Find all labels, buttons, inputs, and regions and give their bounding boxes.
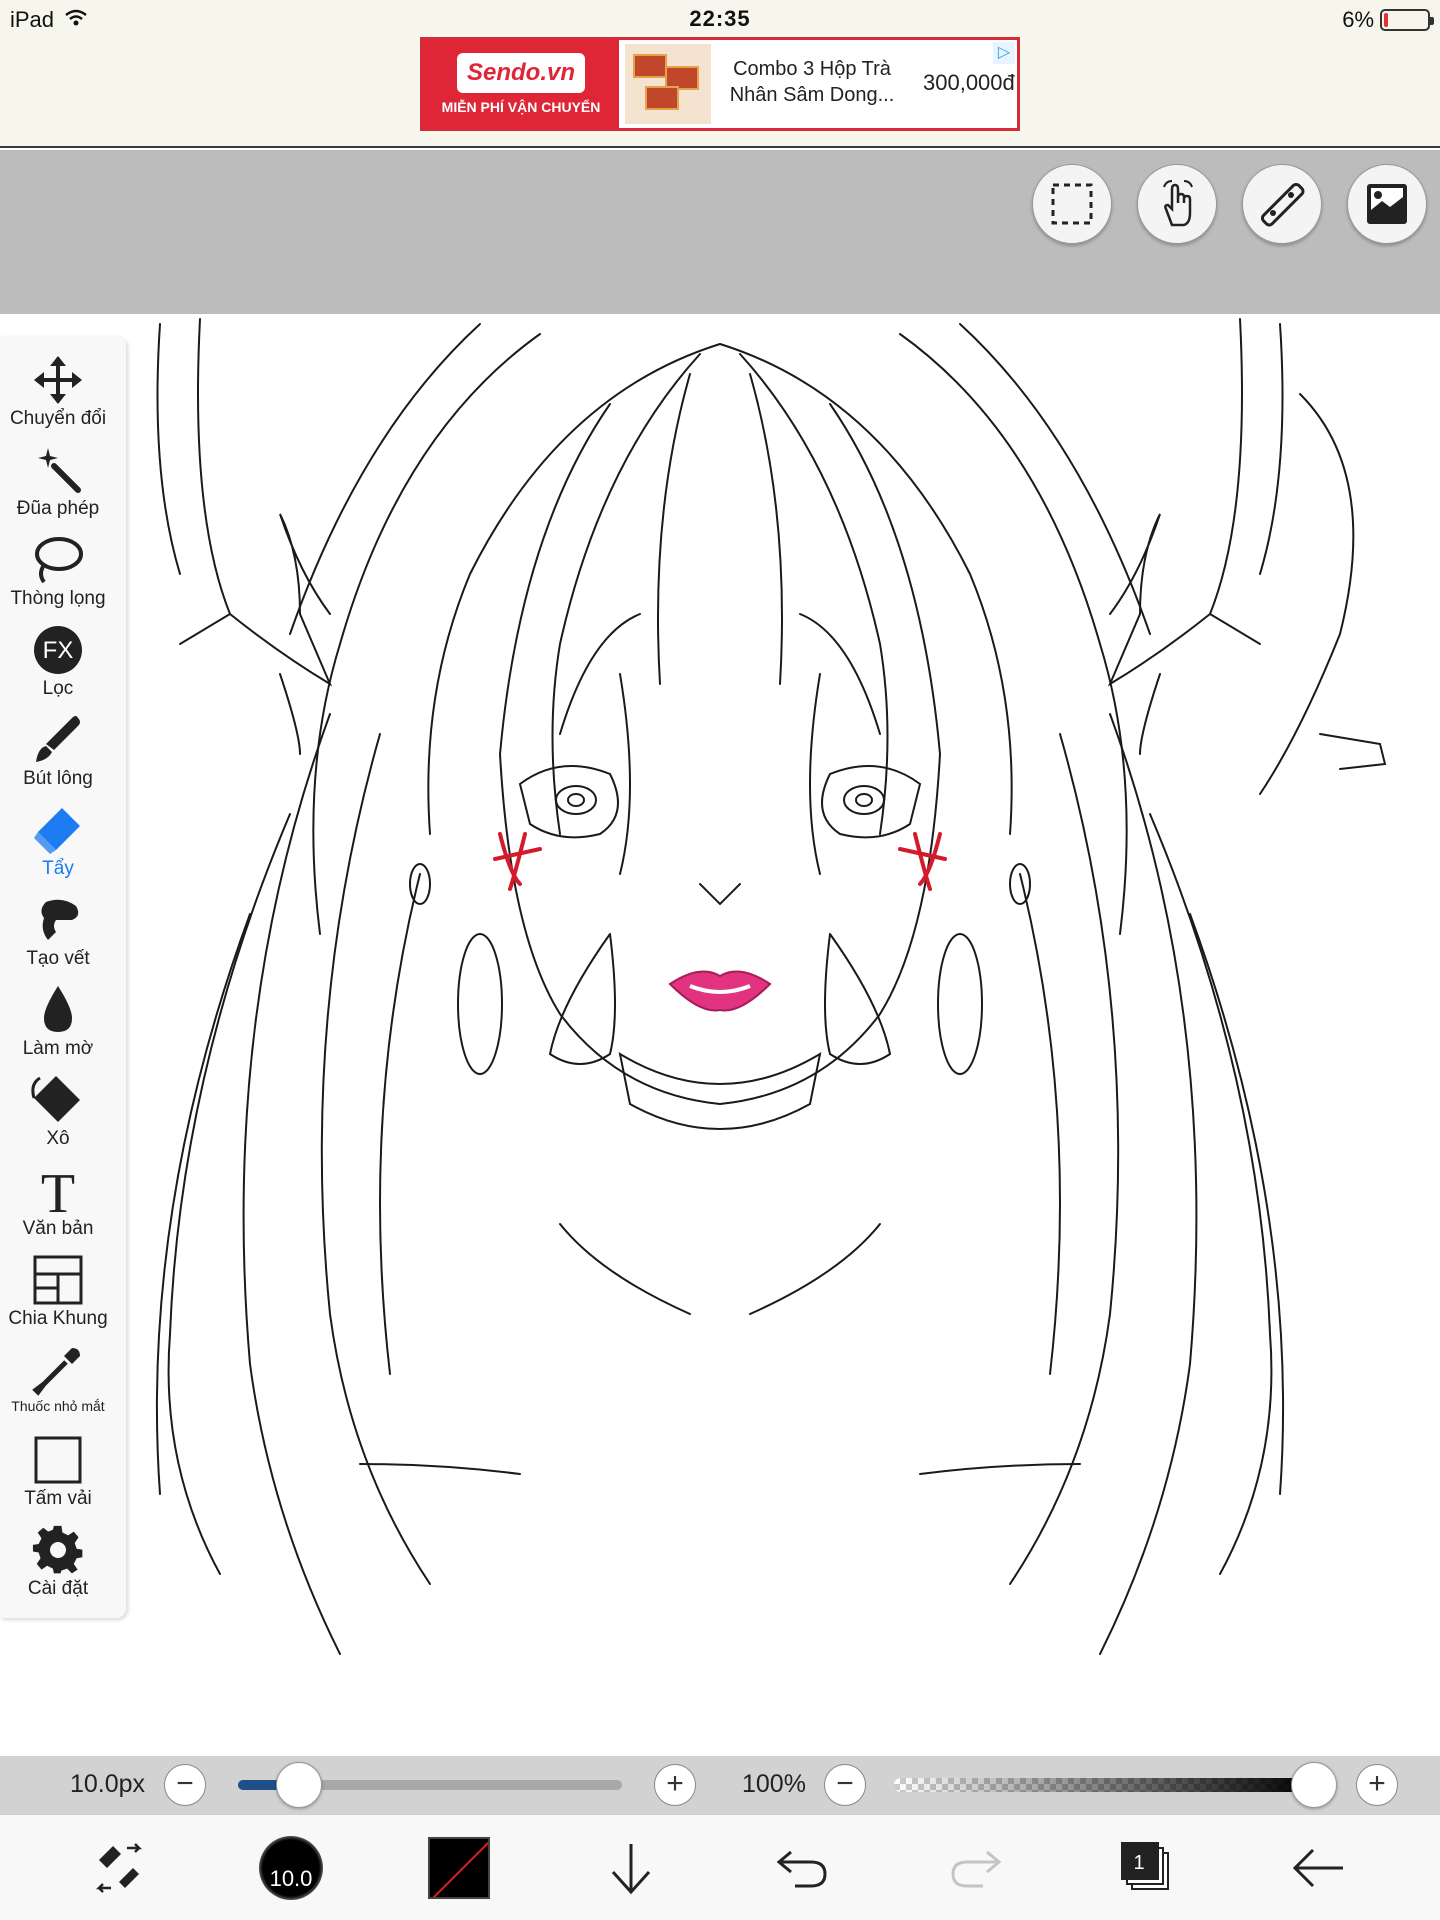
tool-frame-divider[interactable]: Chia Khung <box>0 1248 116 1338</box>
brush-size-label: 10.0 <box>269 1866 313 1891</box>
tool-smudge[interactable]: Tạo vết <box>0 888 116 978</box>
opacity-increase-button[interactable]: + <box>1356 1764 1398 1806</box>
ruler-icon[interactable] <box>1242 164 1322 244</box>
brush-preview-icon: 10.0 <box>259 1836 323 1900</box>
fx-icon: FX <box>0 624 116 676</box>
ad-product-image <box>625 44 711 124</box>
selection-icon[interactable] <box>1032 164 1112 244</box>
color-picker-button[interactable] <box>424 1833 494 1903</box>
eraser-icon <box>0 804 116 856</box>
tool-label: Tạo vết <box>26 948 90 969</box>
tool-eyedropper[interactable]: Thuốc nhỏ mắt <box>0 1338 116 1428</box>
blur-drop-icon <box>0 984 116 1036</box>
tool-label: Chuyển đổi <box>9 408 107 429</box>
tool-label: Tẩy <box>42 858 74 879</box>
top-area: iPad 22:35 6% Sendo.vn MIỄN PHÍ VẬN CHUY… <box>0 0 1440 148</box>
back-arrow-icon[interactable] <box>1284 1833 1354 1903</box>
tool-fx[interactable]: FX Lọc <box>0 618 116 708</box>
opacity-value: 100% <box>742 1770 806 1798</box>
tool-text[interactable]: T Văn bản <box>0 1158 116 1248</box>
layers-button[interactable]: 1 <box>1112 1833 1182 1903</box>
eyedropper-icon <box>0 1344 116 1396</box>
tool-label: Xô <box>46 1128 70 1149</box>
canvas-icon <box>0 1434 116 1486</box>
tool-label: Cài đặt <box>27 1578 89 1599</box>
top-toolbar <box>0 150 1440 314</box>
tool-canvas[interactable]: Tấm vải <box>0 1428 116 1518</box>
tool-magic-wand[interactable]: Đũa phép <box>0 438 116 528</box>
tool-blur-drop[interactable]: Làm mờ <box>0 978 116 1068</box>
svg-text:T: T <box>41 1164 75 1216</box>
arrow-down-icon[interactable] <box>596 1833 666 1903</box>
move-icon <box>0 354 116 406</box>
magic-wand-icon <box>0 444 116 496</box>
bottom-bar: 10.0 1 <box>0 1814 1440 1920</box>
tool-label: Thòng lọng <box>10 588 106 609</box>
brush-icon <box>0 714 116 766</box>
hand-gesture-icon[interactable] <box>1137 164 1217 244</box>
bucket-icon <box>0 1074 116 1126</box>
image-icon[interactable] <box>1347 164 1427 244</box>
layers-icon: 1 <box>1121 1842 1173 1894</box>
opacity-slider-thumb[interactable] <box>1291 1762 1337 1808</box>
color-swatch <box>428 1837 490 1899</box>
tool-label: Tấm vải <box>24 1488 92 1509</box>
swap-tool-icon[interactable] <box>84 1833 154 1903</box>
layer-count: 1 <box>1133 1852 1145 1874</box>
frame-divider-icon <box>0 1254 116 1306</box>
ad-banner[interactable]: Sendo.vn MIỄN PHÍ VẬN CHUYỂN Combo 3 Hộp… <box>420 37 1020 131</box>
opacity-slider-track[interactable] <box>894 1778 1314 1792</box>
gear-icon <box>0 1524 116 1576</box>
size-decrease-button[interactable]: − <box>164 1764 206 1806</box>
ad-title: Combo 3 Hộp Trà Nhân Sâm Dong... <box>729 58 895 106</box>
tool-panel: Chuyển đổi Đũa phép Thòng lọng FX Lọc Bút lôn… <box>0 336 126 1618</box>
tool-bucket[interactable]: Xô <box>0 1068 116 1158</box>
tool-gear[interactable]: Cài đặt <box>0 1518 116 1608</box>
battery-percent: 6% <box>1342 7 1374 32</box>
brush-size-value: 10.0px <box>70 1770 146 1798</box>
tool-label: Chia Khung <box>8 1308 108 1329</box>
size-slider-thumb[interactable] <box>276 1762 323 1808</box>
status-bar: iPad 22:35 6% <box>0 0 1440 38</box>
tool-label: Đũa phép <box>16 498 100 519</box>
tool-label: Thuốc nhỏ mắt <box>11 1398 105 1414</box>
ad-choices-icon[interactable]: ▷ <box>993 42 1015 64</box>
opacity-decrease-button[interactable]: − <box>824 1764 866 1806</box>
drawing-canvas[interactable] <box>0 314 1440 1756</box>
clock: 22:35 <box>689 6 751 31</box>
redo-icon[interactable] <box>940 1833 1010 1903</box>
tool-label: Lọc <box>42 678 74 699</box>
svg-text:FX: FX <box>43 637 74 664</box>
status-right: 6% <box>1342 7 1434 33</box>
undo-icon[interactable] <box>768 1833 838 1903</box>
tool-label: Bút lông <box>23 768 93 789</box>
tool-move[interactable]: Chuyển đổi <box>0 348 116 438</box>
smudge-icon <box>0 894 116 946</box>
tool-label: Làm mờ <box>22 1038 94 1059</box>
lasso-icon <box>0 534 116 586</box>
ad-brand-tag: MIỄN PHÍ VẬN CHUYỂN <box>441 99 601 115</box>
tool-lasso[interactable]: Thòng lọng <box>0 528 116 618</box>
sketch-artwork <box>155 318 1387 1655</box>
ad-brand-panel: Sendo.vn MIỄN PHÍ VẬN CHUYỂN <box>423 40 619 128</box>
tool-label: Văn bản <box>22 1218 94 1239</box>
ad-brand-logo: Sendo.vn <box>456 53 585 93</box>
text-icon: T <box>0 1164 116 1216</box>
slider-row: 10.0px − + 100% − + <box>0 1756 1440 1814</box>
tool-brush[interactable]: Bút lông <box>0 708 116 798</box>
tool-eraser[interactable]: Tẩy <box>0 798 116 888</box>
battery-icon <box>1380 9 1434 31</box>
size-increase-button[interactable]: + <box>654 1764 696 1806</box>
brush-preview-button[interactable]: 10.0 <box>256 1833 326 1903</box>
